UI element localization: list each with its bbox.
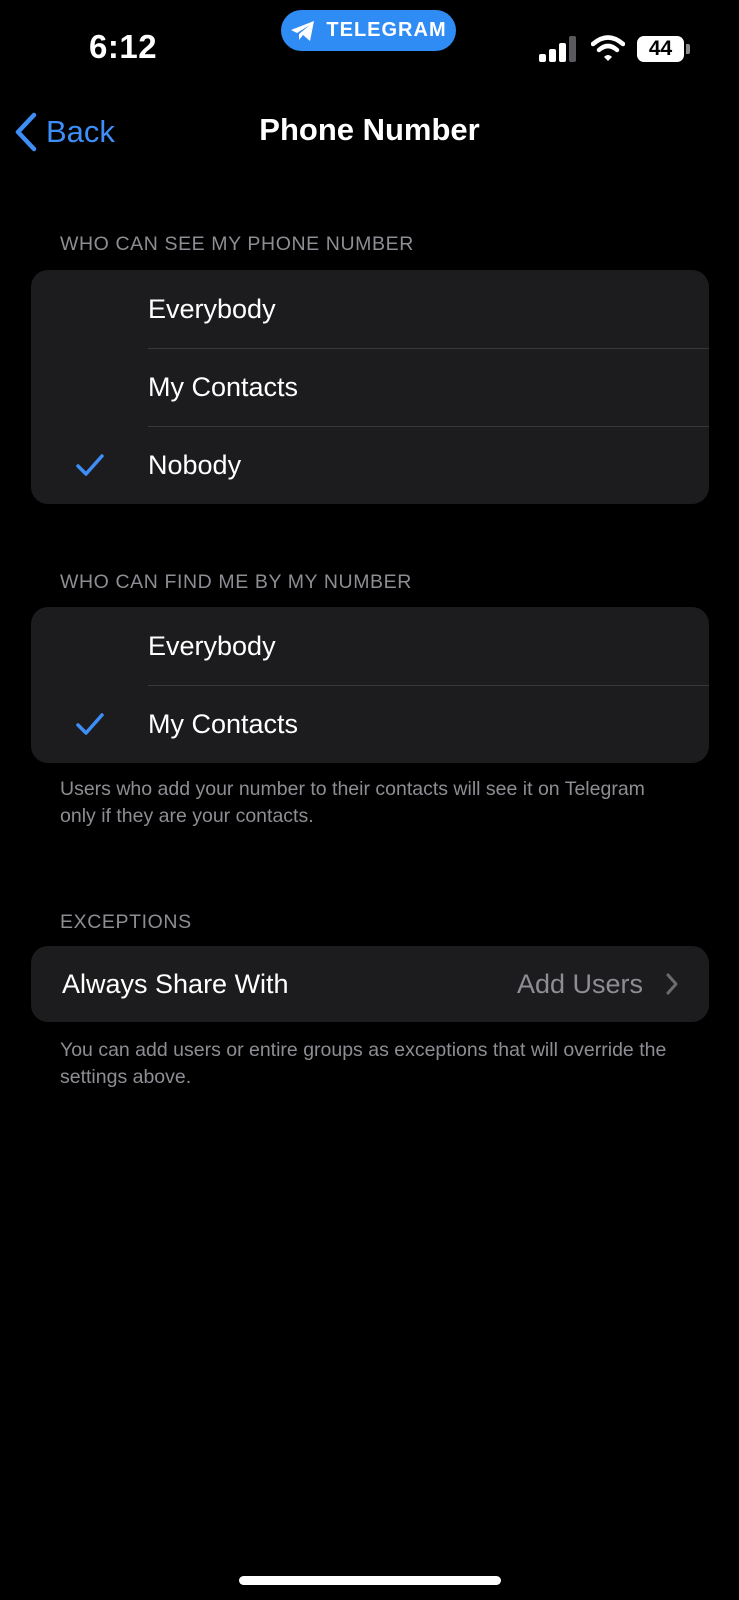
cellular-signal-icon — [539, 36, 577, 62]
find-options-group: Everybody My Contacts — [31, 607, 709, 763]
section-header-exceptions: EXCEPTIONS — [60, 911, 192, 933]
battery-icon: 44 — [637, 36, 684, 62]
status-time: 6:12 — [89, 28, 158, 65]
row-divider — [148, 348, 709, 349]
wifi-icon — [591, 35, 625, 61]
option-label: Everybody — [148, 630, 276, 661]
find-option-my-contacts[interactable]: My Contacts — [31, 685, 709, 763]
option-label: My Contacts — [148, 371, 299, 402]
battery-level: 44 — [648, 37, 673, 60]
row-divider — [148, 426, 709, 427]
section-header-find: WHO CAN FIND ME BY MY NUMBER — [60, 571, 412, 593]
see-option-my-contacts[interactable]: My Contacts — [31, 348, 709, 426]
checkmark-icon — [76, 713, 104, 735]
battery-cap — [686, 44, 690, 54]
checkmark-icon — [76, 454, 104, 476]
row-divider — [148, 685, 709, 686]
add-users-value: Add Users — [516, 968, 643, 999]
see-option-everybody[interactable]: Everybody — [31, 270, 709, 348]
find-section-footer: Users who add your number to their conta… — [60, 778, 645, 827]
option-label: My Contacts — [148, 708, 299, 739]
always-share-with-row[interactable]: Always Share With Add Users — [31, 946, 709, 1022]
section-header-see: WHO CAN SEE MY PHONE NUMBER — [60, 233, 414, 255]
see-options-group: Everybody My Contacts Nobody — [31, 270, 709, 504]
always-share-with-label: Always Share With — [62, 968, 289, 999]
page-title: Phone Number — [259, 112, 480, 147]
find-option-everybody[interactable]: Everybody — [31, 607, 709, 685]
home-indicator[interactable] — [239, 1576, 501, 1585]
exceptions-group: Always Share With Add Users — [31, 946, 709, 1022]
app-pill-label: TELEGRAM — [326, 19, 447, 41]
telegram-status-pill[interactable]: TELEGRAM — [281, 10, 456, 51]
see-option-nobody[interactable]: Nobody — [31, 426, 709, 504]
telegram-plane-icon — [291, 20, 315, 41]
exceptions-footer: You can add users or entire groups as ex… — [60, 1039, 667, 1088]
option-label: Nobody — [148, 449, 242, 480]
option-label: Everybody — [148, 293, 276, 324]
chevron-right-icon — [666, 973, 678, 995]
